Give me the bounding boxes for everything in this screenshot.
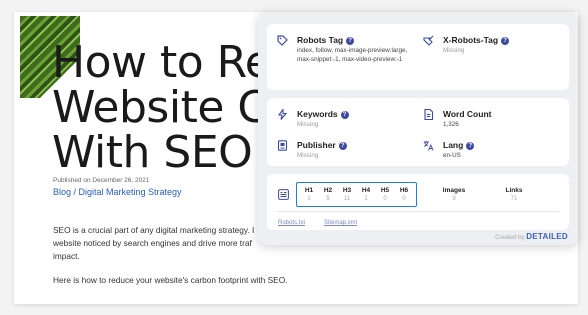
- credit-prefix: Created by: [495, 235, 525, 241]
- keywords-value: Missing: [297, 121, 319, 128]
- help-icon[interactable]: ?: [338, 142, 347, 150]
- keywords-label: Keywords?: [297, 109, 349, 119]
- seo-extension-panel: Robots Tag? index, follow, max-image-pre…: [258, 12, 578, 245]
- heading-label: H6: [399, 187, 409, 194]
- heading-h6: H6 0: [396, 187, 412, 202]
- detailed-logo: DETAILED: [526, 232, 568, 241]
- heading-label: H1: [304, 187, 314, 194]
- word-count-label: Word Count: [443, 109, 492, 119]
- heading-count: 1: [307, 196, 311, 202]
- heading-h4: H4 1: [358, 187, 374, 202]
- images-stat[interactable]: Images 9: [439, 187, 469, 202]
- publisher-label: Publisher?: [297, 140, 347, 150]
- links-count: 71: [510, 196, 518, 202]
- help-icon[interactable]: ?: [466, 142, 475, 150]
- translate-icon: [423, 140, 434, 151]
- bolt-icon: [277, 107, 288, 120]
- heading-count: 11: [343, 196, 351, 202]
- heading-label: H4: [361, 187, 371, 194]
- help-icon[interactable]: ?: [340, 111, 349, 119]
- tag-icon: [277, 35, 288, 46]
- robots-txt-link[interactable]: Robots.txt: [278, 220, 305, 226]
- heading-count: 0: [402, 196, 406, 202]
- robots-tag-label: Robots Tag?: [297, 35, 355, 45]
- heading-label: H5: [380, 187, 390, 194]
- help-icon[interactable]: ?: [501, 37, 510, 45]
- heading-h2: H2 5: [320, 187, 336, 202]
- heading-h5: H5 0: [377, 187, 393, 202]
- links-stat[interactable]: Links 71: [499, 187, 529, 202]
- lang-value: en-US: [443, 152, 461, 159]
- help-icon[interactable]: ?: [346, 37, 355, 45]
- robots-card: Robots Tag? index, follow, max-image-pre…: [267, 24, 569, 90]
- article-paragraph: Here is how to reduce your website's car…: [53, 275, 288, 285]
- headings-icon: [278, 189, 289, 200]
- badge-icon: [277, 140, 288, 151]
- heading-h3: H3 11: [339, 187, 355, 202]
- lang-label: Lang?: [443, 140, 475, 150]
- robots-tag-value: index, follow, max-image-preview:large, …: [297, 47, 408, 63]
- images-count: 9: [452, 196, 456, 202]
- tag-check-icon: [423, 35, 434, 46]
- paragraph-line: impact.: [53, 251, 80, 261]
- x-robots-tag-label: X-Robots-Tag?: [443, 35, 510, 45]
- document-icon: [423, 108, 434, 121]
- meta-card: Keywords? Missing Word Count 1,326 Publi…: [267, 98, 569, 166]
- heading-count: 5: [326, 196, 330, 202]
- heading-count: 1: [364, 196, 368, 202]
- heading-h1: H1 1: [301, 187, 317, 202]
- heading-count: 0: [383, 196, 387, 202]
- images-label: Images: [442, 187, 466, 194]
- published-date: Published on December 26, 2021: [53, 177, 150, 184]
- breadcrumb[interactable]: Blog / Digital Marketing Strategy: [53, 187, 182, 197]
- links-label: Links: [505, 187, 523, 194]
- sitemap-link[interactable]: Sitemap.xml: [324, 220, 357, 226]
- publisher-value: Missing: [297, 152, 319, 159]
- credit[interactable]: Created by DETAILED: [495, 232, 568, 241]
- x-robots-tag-value: Missing: [443, 47, 465, 54]
- divider: [277, 211, 559, 212]
- heading-label: H3: [342, 187, 352, 194]
- headings-card: H1 1 H2 5 H3 11 H4 1 H5 0 H6 0 Images 9 Links …: [267, 174, 569, 230]
- heading-label: H2: [323, 187, 333, 194]
- headings-summary[interactable]: H1 1 H2 5 H3 11 H4 1 H5 0 H6 0: [296, 182, 417, 207]
- word-count-value: 1,326: [443, 121, 459, 128]
